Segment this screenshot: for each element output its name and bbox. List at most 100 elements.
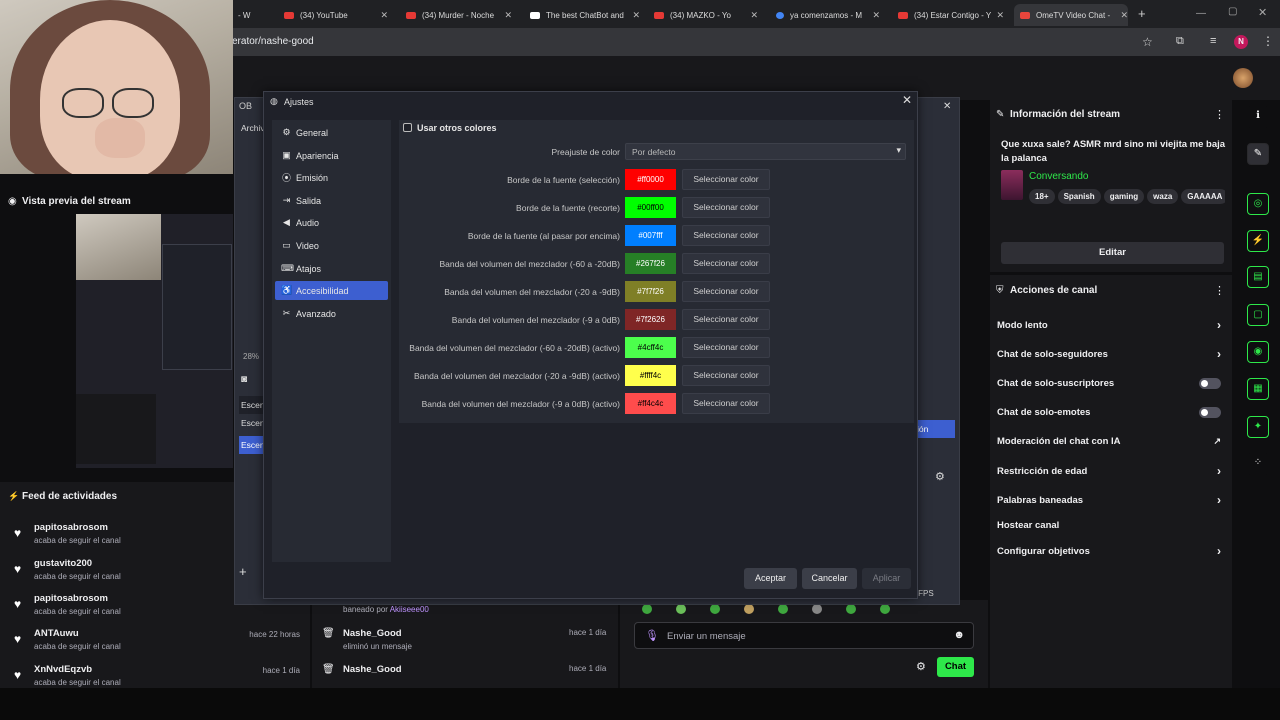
minimize-icon[interactable]: — [1196,8,1206,19]
feed-user[interactable]: XnNvdEqzvb [34,664,92,675]
info-icon[interactable]: ℹ [1247,106,1269,128]
window-close-icon[interactable]: ✕ [1258,6,1267,19]
action-ai-moderation[interactable]: Moderación del chat con IA ↗ [997,431,1225,451]
emote-icon[interactable] [880,604,890,614]
apply-button[interactable]: Aplicar [862,568,911,589]
obs-settings-gear-icon[interactable]: ⚙ [935,470,945,483]
tag[interactable]: waza [1147,189,1179,204]
feed-user[interactable]: papitosabrosom [34,522,108,533]
cancel-button[interactable]: Cancelar [802,568,857,589]
browser-tab[interactable]: The best ChatBot and ✕ [524,4,640,26]
chat-input[interactable]: 🎙 Enviar un mensaje ☻ [634,622,974,649]
close-icon[interactable]: ✕ [632,10,640,21]
close-icon[interactable]: ✕ [750,10,758,21]
url-text[interactable]: erator/nashe-good [232,36,314,47]
accept-button[interactable]: Aceptar [744,568,797,589]
select-color-button[interactable]: Seleccionar color [682,309,770,330]
feed-item[interactable]: ♥ ANTAuwu acaba de seguir el canal hace 22 … [10,626,300,660]
extensions-icon[interactable]: ⧉ [1176,35,1184,48]
nav-video[interactable]: ▭ Video [275,236,388,255]
user-avatar[interactable] [1233,68,1253,88]
select-color-button[interactable]: Seleccionar color [682,393,770,414]
nav-general[interactable]: ⚙ General [275,123,388,142]
select-color-button[interactable]: Seleccionar color [682,197,770,218]
close-icon[interactable]: ✕ [1120,10,1128,21]
action-followers-only[interactable]: Chat de solo-seguidores › [997,344,1225,364]
action-goals[interactable]: Configurar objetivos › [997,541,1225,561]
document-icon[interactable]: ▤ [1247,266,1269,288]
edit-button[interactable]: Editar [1001,242,1224,264]
feed-user[interactable]: papitosabrosom [34,593,108,604]
clip-icon[interactable]: ◎ [1247,193,1269,215]
broadcast-icon[interactable]: ◉ [1247,341,1269,363]
toggle-switch[interactable] [1199,406,1221,418]
select-color-button[interactable]: Seleccionar color [682,365,770,386]
emote-icon[interactable] [710,604,720,614]
mod-user[interactable]: Nashe_Good [343,628,402,639]
emoji-icon[interactable]: ☻ [953,629,965,641]
obs-close-icon[interactable]: ✕ [943,101,951,112]
action-host-channel[interactable]: Hostear canal [997,515,1225,535]
nav-accessibility[interactable]: ♿ Accesibilidad [275,281,388,300]
select-color-button[interactable]: Seleccionar color [682,281,770,302]
mod-user[interactable]: Nashe_Good [343,664,402,675]
category-link[interactable]: Conversando [1029,171,1088,182]
tag[interactable]: Spanish [1057,189,1101,204]
preview-video[interactable] [76,214,233,468]
more-icon[interactable]: ⋮ [1214,284,1225,297]
select-color-button[interactable]: Seleccionar color [682,169,770,190]
media-control-icon[interactable]: ≡ [1210,35,1216,47]
browser-tab[interactable]: ya comenzamos - M ✕ [770,4,880,26]
action-subscribers-only[interactable]: Chat de solo-suscriptores [997,373,1225,393]
nav-stream[interactable]: ⦿ Emisión [275,168,388,187]
emote-icon[interactable] [744,604,754,614]
bookmark-star-icon[interactable]: ☆ [1142,35,1153,49]
select-color-button[interactable]: Seleccionar color [682,253,770,274]
nav-audio[interactable]: ◀ Audio [275,213,388,232]
wrench-icon[interactable]: ✦ [1247,416,1269,438]
tag[interactable]: 18+ [1029,189,1055,204]
more-icon[interactable]: ⋮ [1214,108,1225,121]
edit-pen-icon[interactable]: ✎ [1247,143,1269,165]
close-icon[interactable]: ✕ [504,10,512,21]
layout-icon[interactable]: ▦ [1247,378,1269,400]
browser-menu-icon[interactable]: ⋮ [1262,34,1274,48]
chat-send-button[interactable]: Chat [937,657,974,677]
browser-tab[interactable]: (34) Murder - Noche ✕ [400,4,512,26]
nav-output[interactable]: ⇥ Salida [275,191,388,210]
preset-select[interactable]: Por defecto ▾ [625,143,906,160]
dialog-close-icon[interactable]: ✕ [902,93,912,107]
action-banned-words[interactable]: Palabras baneadas › [997,490,1225,510]
select-color-button[interactable]: Seleccionar color [682,225,770,246]
add-scene-icon[interactable]: + [239,564,247,579]
extensions-dots-icon[interactable]: ⁘ [1247,453,1269,475]
action-emotes-only[interactable]: Chat de solo-emotes [997,402,1225,422]
chat-bubble-icon[interactable]: ▢ [1247,304,1269,326]
select-color-button[interactable]: Seleccionar color [682,337,770,358]
emote-icon[interactable] [812,604,822,614]
emote-icon[interactable] [778,604,788,614]
action-age-restriction[interactable]: Restricción de edad › [997,461,1225,481]
banned-by-user[interactable]: Akiiseee00 [390,605,429,614]
feed-user[interactable]: gustavito200 [34,558,92,569]
emote-icon[interactable] [846,604,856,614]
browser-tab-active[interactable]: OmeTV Video Chat - ✕ [1014,4,1128,26]
category-thumbnail[interactable] [1001,170,1023,200]
close-icon[interactable]: ✕ [872,10,880,21]
nav-hotkeys[interactable]: ⌨ Atajos [275,259,388,278]
tag[interactable]: GAAAAA [1181,189,1225,204]
use-other-colors-checkbox[interactable] [403,123,412,132]
mic-icon[interactable]: 🎙 [645,629,659,642]
browser-tab[interactable]: - W [232,4,264,26]
toggle-switch[interactable] [1199,377,1221,389]
browser-tab[interactable]: (34) MAZKO - Yo ✕ [648,4,758,26]
close-icon[interactable]: ✕ [996,10,1004,21]
browser-tab[interactable]: (34) YouTube ✕ [278,4,388,26]
lightning-icon[interactable]: ⚡ [1247,230,1269,252]
close-icon[interactable]: ✕ [380,10,388,21]
scene-item[interactable]: Escen [241,418,265,428]
chat-placeholder[interactable]: Enviar un mensaje [667,631,746,642]
emote-icon[interactable] [642,604,652,614]
new-tab-icon[interactable]: + [1138,6,1146,21]
nav-advanced[interactable]: ✂ Avanzado [275,304,388,323]
